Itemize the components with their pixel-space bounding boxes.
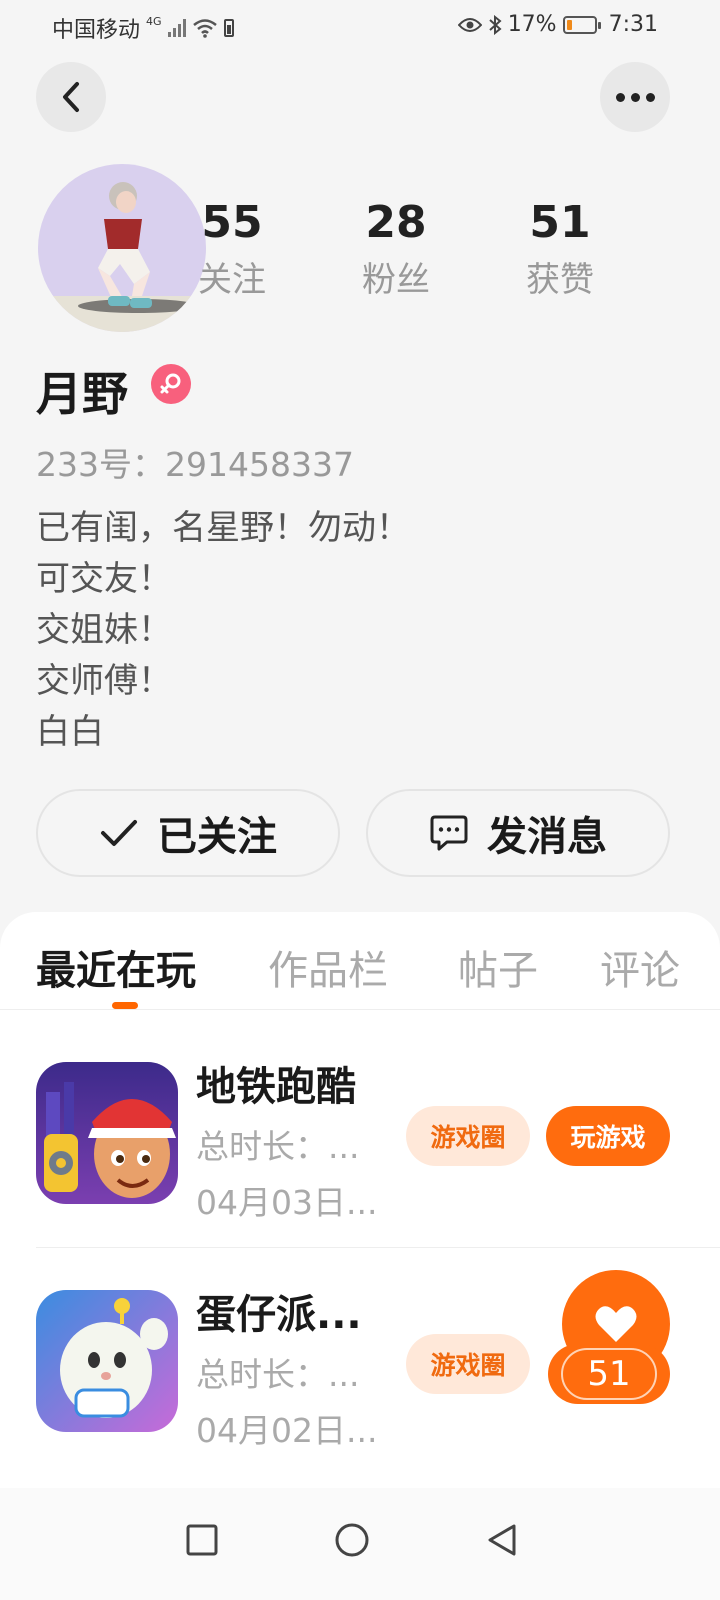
more-button[interactable] [600, 62, 670, 132]
play-game-button[interactable]: 玩游戏 [546, 1106, 670, 1166]
recent-apps-button[interactable] [172, 1510, 232, 1570]
stat-fans[interactable]: 28 粉丝 [326, 196, 466, 304]
eggy-party-icon[interactable] [36, 1290, 178, 1432]
sim-battery-icon [223, 19, 234, 37]
battery-percent: 17% [507, 12, 557, 37]
game-circle-button[interactable]: 游戏圈 [406, 1334, 530, 1394]
bluetooth-icon [489, 14, 502, 35]
eye-icon [457, 17, 482, 32]
tab-posts[interactable]: 帖子 [458, 938, 538, 996]
tab-works[interactable]: 作品栏 [268, 938, 388, 996]
last-played-date: 04月03日... [196, 1183, 378, 1222]
chat-bubble-icon [430, 815, 468, 851]
tab-recently-played[interactable]: 最近在玩 [36, 938, 196, 996]
likes-label: 获赞 [526, 260, 594, 300]
stat-following[interactable]: 55 关注 [162, 196, 302, 304]
game-circle-button[interactable]: 游戏圈 [406, 1106, 530, 1166]
send-message-button[interactable]: 发消息 [366, 789, 670, 877]
divider [0, 1009, 720, 1010]
send-message-label: 发消息 [487, 814, 607, 860]
fans-label: 粉丝 [362, 260, 430, 300]
clock: 7:31 [608, 12, 658, 37]
like-count-badge: 51 [548, 1344, 670, 1404]
bio-line: 白白 [36, 712, 104, 752]
network-type: 4G [146, 14, 162, 28]
status-bar: 中国移动 4G 17% 7:31 [0, 0, 720, 50]
bio-line: 已有闺，名星野！勿动！ [36, 508, 410, 548]
username: 月野 [36, 367, 128, 421]
subway-surfers-icon[interactable] [36, 1062, 178, 1204]
chevron-left-icon [63, 82, 79, 112]
status-right: 17% 7:31 [457, 12, 658, 37]
divider [36, 1247, 720, 1248]
play-duration: 总时长：... [196, 1355, 360, 1394]
stat-likes[interactable]: 51 获赞 [490, 196, 630, 304]
game-title: 蛋仔派... [196, 1292, 362, 1338]
female-icon [151, 364, 191, 404]
bio: 已有闺，名星野！勿动！ 可交友！ 交姐妹！ 交师傅！ 白白 [36, 503, 410, 758]
circle-icon [335, 1523, 369, 1557]
last-played-date: 04月02日... [196, 1411, 378, 1450]
checkmark-icon [101, 820, 137, 846]
following-count: 55 [201, 197, 263, 248]
signal-icon [167, 19, 186, 37]
fans-count: 28 [365, 197, 427, 248]
followed-label: 已关注 [157, 814, 277, 860]
following-label: 关注 [198, 260, 266, 300]
list-item[interactable]: 地铁跑酷 总时长：... 04月03日... 游戏圈 玩游戏 [0, 1036, 720, 1264]
bio-line: 交师傅！ [36, 661, 172, 701]
like-count: 51 [561, 1348, 657, 1400]
battery-icon [562, 15, 601, 34]
back-button[interactable] [36, 62, 106, 132]
content-panel: 最近在玩 作品栏 帖子 评论 地铁跑酷 总时长：... 04月03日... 游戏… [0, 912, 720, 1488]
user-id: 233号：291458337 [36, 445, 354, 484]
system-nav-bar [0, 1488, 720, 1600]
tab-comments[interactable]: 评论 [600, 938, 680, 996]
bio-line: 可交友！ [36, 559, 172, 599]
home-button[interactable] [322, 1510, 382, 1570]
status-left: 中国移动 4G [52, 12, 234, 44]
bio-line: 交姐妹！ [36, 610, 172, 650]
carrier-name: 中国移动 [52, 18, 141, 43]
system-back-button[interactable] [472, 1510, 532, 1570]
heart-icon [595, 1306, 637, 1342]
like-button[interactable]: 51 [548, 1270, 672, 1404]
followed-button[interactable]: 已关注 [36, 789, 340, 877]
list-item[interactable]: 蛋仔派... 总时长：... 04月02日... 游戏圈 51 [0, 1264, 720, 1492]
play-duration: 总时长：... [196, 1127, 360, 1166]
triangle-back-icon [488, 1524, 516, 1556]
active-tab-indicator [112, 1002, 138, 1009]
game-title: 地铁跑酷 [196, 1064, 356, 1110]
likes-count: 51 [529, 197, 591, 248]
wifi-icon [192, 19, 217, 38]
square-icon [186, 1524, 218, 1556]
more-dots-icon [615, 92, 655, 102]
